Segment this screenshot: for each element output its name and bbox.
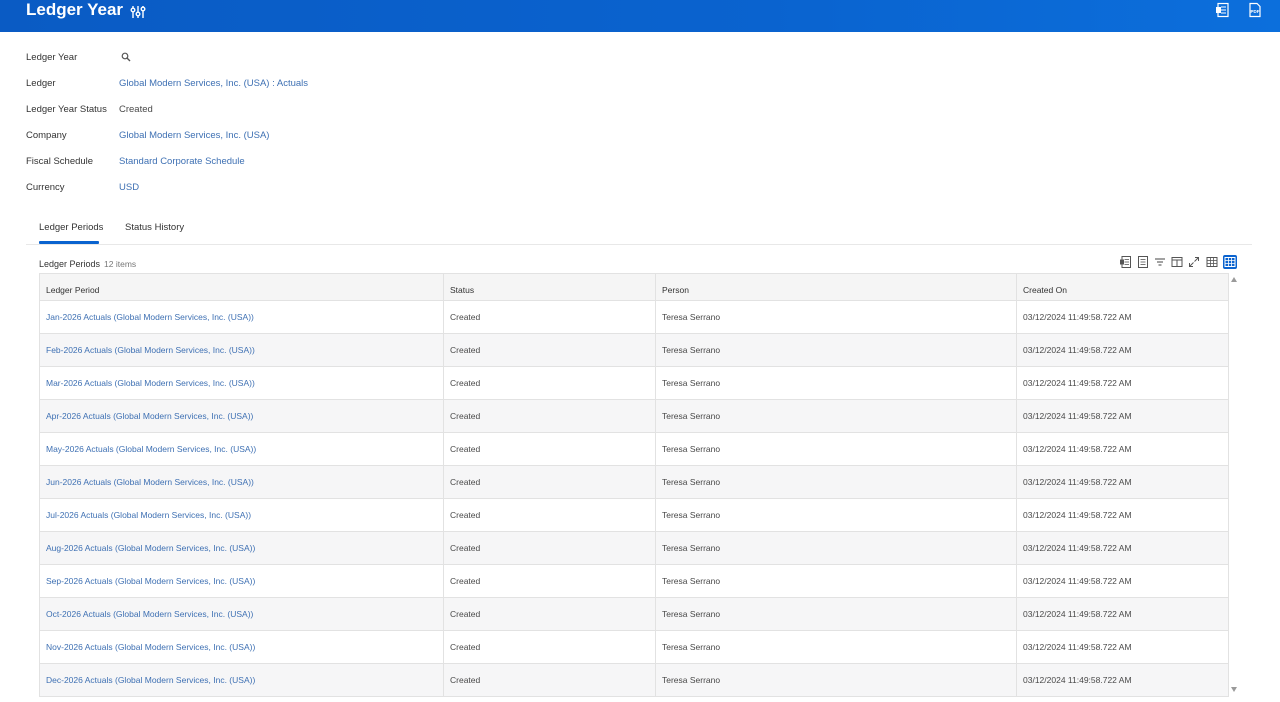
created-on-cell: 03/12/2024 11:49:58.722 AM xyxy=(1016,366,1229,400)
table-view-icon[interactable] xyxy=(1205,255,1219,269)
table-row: Sep-2026 Actuals (Global Modern Services… xyxy=(39,564,1229,598)
ledger-period-link[interactable]: Aug-2026 Actuals (Global Modern Services… xyxy=(39,531,444,565)
ledger-period-link[interactable]: Sep-2026 Actuals (Global Modern Services… xyxy=(39,564,444,598)
company-label: Company xyxy=(26,130,67,141)
ledger-period-link[interactable]: Jun-2026 Actuals (Global Modern Services… xyxy=(39,465,444,499)
table-row: Feb-2026 Actuals (Global Modern Services… xyxy=(39,333,1229,367)
status-cell: Created xyxy=(443,333,656,367)
person-cell: Teresa Serrano xyxy=(655,663,1017,697)
table-row: Jul-2026 Actuals (Global Modern Services… xyxy=(39,498,1229,532)
created-on-cell: 03/12/2024 11:49:58.722 AM xyxy=(1016,498,1229,532)
table-row: Nov-2026 Actuals (Global Modern Services… xyxy=(39,630,1229,664)
ledger-year-status-label: Ledger Year Status xyxy=(26,104,107,115)
table-row: Jan-2026 Actuals (Global Modern Services… xyxy=(39,300,1229,334)
person-cell: Teresa Serrano xyxy=(655,531,1017,565)
scroll-up-arrow-icon[interactable] xyxy=(1231,277,1237,282)
currency-value-link[interactable]: USD xyxy=(119,182,139,194)
grid-view-icon[interactable] xyxy=(1223,255,1237,269)
created-on-cell: 03/12/2024 11:49:58.722 AM xyxy=(1016,531,1229,565)
table-row: Jun-2026 Actuals (Global Modern Services… xyxy=(39,465,1229,499)
created-on-cell: 03/12/2024 11:49:58.722 AM xyxy=(1016,300,1229,334)
created-on-cell: 03/12/2024 11:49:58.722 AM xyxy=(1016,630,1229,664)
column-header-ledger-period[interactable]: Ledger Period xyxy=(39,273,444,301)
status-cell: Created xyxy=(443,630,656,664)
fiscal-schedule-value-link[interactable]: Standard Corporate Schedule xyxy=(119,156,245,168)
person-cell: Teresa Serrano xyxy=(655,399,1017,433)
person-cell: Teresa Serrano xyxy=(655,564,1017,598)
ledger-value-link[interactable]: Global Modern Services, Inc. (USA) : Act… xyxy=(119,78,308,90)
status-cell: Created xyxy=(443,432,656,466)
person-cell: Teresa Serrano xyxy=(655,597,1017,631)
ledger-period-link[interactable]: Feb-2026 Actuals (Global Modern Services… xyxy=(39,333,444,367)
status-cell: Created xyxy=(443,663,656,697)
ledger-period-link[interactable]: Nov-2026 Actuals (Global Modern Services… xyxy=(39,630,444,664)
created-on-cell: 03/12/2024 11:49:58.722 AM xyxy=(1016,465,1229,499)
ledger-label: Ledger xyxy=(26,78,56,89)
person-cell: Teresa Serrano xyxy=(655,366,1017,400)
table-row: Oct-2026 Actuals (Global Modern Services… xyxy=(39,597,1229,631)
related-actions-sliders-icon[interactable] xyxy=(130,4,146,20)
status-cell: Created xyxy=(443,531,656,565)
scroll-down-arrow-icon[interactable] xyxy=(1231,687,1237,692)
ledger-period-link[interactable]: May-2026 Actuals (Global Modern Services… xyxy=(39,432,444,466)
person-cell: Teresa Serrano xyxy=(655,432,1017,466)
status-cell: Created xyxy=(443,564,656,598)
table-row: Apr-2026 Actuals (Global Modern Services… xyxy=(39,399,1229,433)
ledger-year-label: Ledger Year xyxy=(26,52,78,63)
column-chooser-icon[interactable] xyxy=(1170,255,1184,269)
ledger-year-status-value: Created xyxy=(119,104,153,115)
export-to-excel-icon[interactable] xyxy=(1215,2,1231,18)
table-row: Dec-2026 Actuals (Global Modern Services… xyxy=(39,663,1229,697)
page-header: Ledger Year PDF xyxy=(0,0,1280,32)
created-on-cell: 03/12/2024 11:49:58.722 AM xyxy=(1016,333,1229,367)
currency-label: Currency xyxy=(26,182,65,193)
ledger-period-link[interactable]: Jan-2026 Actuals (Global Modern Services… xyxy=(39,300,444,334)
search-icon[interactable] xyxy=(121,52,131,62)
grid-title-text: Ledger Periods xyxy=(39,259,101,269)
fiscal-schedule-label: Fiscal Schedule xyxy=(26,156,94,167)
status-cell: Created xyxy=(443,300,656,334)
ledger-period-link[interactable]: Dec-2026 Actuals (Global Modern Services… xyxy=(39,663,444,697)
export-to-pdf-icon[interactable]: PDF xyxy=(1247,2,1263,18)
grid-title: Ledger Periods 12 items xyxy=(39,259,136,270)
status-cell: Created xyxy=(443,465,656,499)
export-to-excel-icon[interactable] xyxy=(1119,255,1133,269)
created-on-cell: 03/12/2024 11:49:58.722 AM xyxy=(1016,432,1229,466)
created-on-cell: 03/12/2024 11:49:58.722 AM xyxy=(1016,399,1229,433)
export-to-worksheets-icon[interactable] xyxy=(1136,255,1150,269)
person-cell: Teresa Serrano xyxy=(655,630,1017,664)
table-row: May-2026 Actuals (Global Modern Services… xyxy=(39,432,1229,466)
person-cell: Teresa Serrano xyxy=(655,333,1017,367)
table-row: Mar-2026 Actuals (Global Modern Services… xyxy=(39,366,1229,400)
page-title: Ledger Year xyxy=(26,0,124,19)
column-header-created-on[interactable]: Created On xyxy=(1016,273,1229,301)
created-on-cell: 03/12/2024 11:49:58.722 AM xyxy=(1016,663,1229,697)
tab-status-history[interactable]: Status History xyxy=(125,222,184,234)
ledger-period-link[interactable]: Mar-2026 Actuals (Global Modern Services… xyxy=(39,366,444,400)
column-header-person[interactable]: Person xyxy=(655,273,1017,301)
tab-divider xyxy=(26,244,1252,245)
created-on-cell: 03/12/2024 11:49:58.722 AM xyxy=(1016,564,1229,598)
table-row: Aug-2026 Actuals (Global Modern Services… xyxy=(39,531,1229,565)
grid-item-count: 12 items xyxy=(104,259,137,269)
tab-ledger-periods[interactable]: Ledger Periods xyxy=(39,222,103,234)
status-cell: Created xyxy=(443,597,656,631)
filter-icon[interactable] xyxy=(1153,255,1167,269)
person-cell: Teresa Serrano xyxy=(655,300,1017,334)
status-cell: Created xyxy=(443,399,656,433)
fullscreen-icon[interactable] xyxy=(1187,255,1201,269)
company-value-link[interactable]: Global Modern Services, Inc. (USA) xyxy=(119,130,269,142)
pdf-icon-text: PDF xyxy=(1251,9,1260,14)
person-cell: Teresa Serrano xyxy=(655,498,1017,532)
person-cell: Teresa Serrano xyxy=(655,465,1017,499)
column-header-status[interactable]: Status xyxy=(443,273,656,301)
status-cell: Created xyxy=(443,366,656,400)
ledger-period-link[interactable]: Apr-2026 Actuals (Global Modern Services… xyxy=(39,399,444,433)
status-cell: Created xyxy=(443,498,656,532)
ledger-period-link[interactable]: Jul-2026 Actuals (Global Modern Services… xyxy=(39,498,444,532)
grid-header-row: Ledger Period Status Person Created On xyxy=(39,273,1229,301)
ledger-period-link[interactable]: Oct-2026 Actuals (Global Modern Services… xyxy=(39,597,444,631)
created-on-cell: 03/12/2024 11:49:58.722 AM xyxy=(1016,597,1229,631)
ledger-periods-grid: Ledger Period Status Person Created On J… xyxy=(39,273,1229,697)
